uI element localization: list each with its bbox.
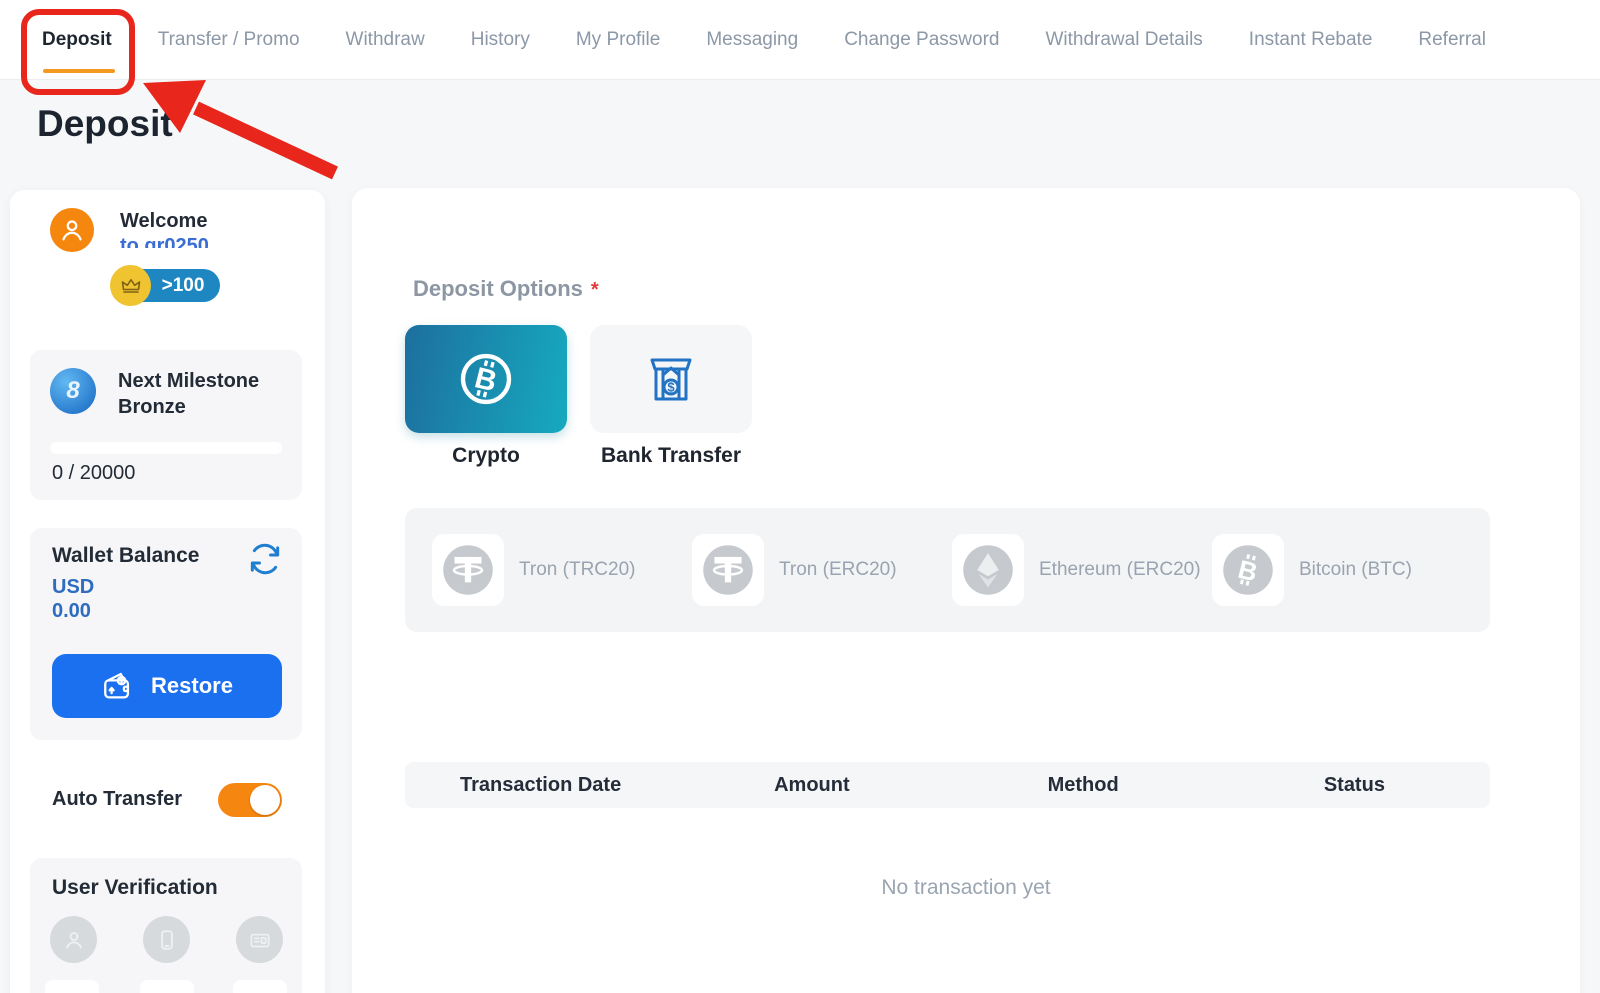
- wallet-card: Wallet Balance USD 0.00 Restore: [30, 528, 302, 740]
- tab-history[interactable]: History: [471, 29, 530, 51]
- method-label: Bitcoin (BTC): [1299, 559, 1412, 581]
- column-method: Method: [948, 774, 1219, 797]
- bitcoin-icon: B: [451, 344, 521, 414]
- crown-icon: [110, 265, 151, 306]
- user-verification-title: User Verification: [52, 876, 218, 900]
- ethereum-icon: [952, 534, 1024, 606]
- svg-text:$: $: [667, 380, 675, 395]
- milestone-title: Next Milestone Bronze: [118, 368, 259, 420]
- column-transaction-date: Transaction Date: [405, 774, 676, 797]
- verify-id-card-button[interactable]: [233, 980, 287, 993]
- tether-icon: [692, 534, 764, 606]
- method-tron-trc20[interactable]: Tron (TRC20): [432, 534, 692, 606]
- tab-my-profile[interactable]: My Profile: [576, 29, 660, 51]
- wallet-balance-title: Wallet Balance: [52, 544, 199, 568]
- verify-profile-icon[interactable]: [50, 916, 97, 963]
- deposit-option-crypto[interactable]: B: [405, 325, 567, 433]
- tab-change-password[interactable]: Change Password: [844, 29, 999, 51]
- tab-messaging[interactable]: Messaging: [706, 29, 798, 51]
- tab-withdraw[interactable]: Withdraw: [346, 29, 425, 51]
- milestone-tier: Bronze: [118, 394, 259, 420]
- crypto-option-label: Crypto: [405, 444, 567, 468]
- method-bitcoin-btc[interactable]: B Bitcoin (BTC): [1212, 534, 1472, 606]
- milestone-coin-icon: 8: [50, 368, 96, 414]
- deposit-page: Deposit Transfer / Promo Withdraw Histor…: [0, 0, 1600, 993]
- wallet-currency: USD: [52, 576, 94, 599]
- restore-label: Restore: [151, 673, 233, 699]
- wallet-icon: [101, 669, 135, 703]
- tether-icon: [432, 534, 504, 606]
- page-title: Deposit: [37, 103, 173, 145]
- transactions-table-header: Transaction Date Amount Method Status: [405, 762, 1490, 808]
- bank-transfer-option-label: Bank Transfer: [590, 444, 752, 468]
- milestone-card: 8 Next Milestone Bronze 0 / 20000: [30, 350, 302, 500]
- deposit-options-label: Deposit Options*: [413, 276, 599, 302]
- required-marker: *: [591, 279, 599, 301]
- toggle-knob: [250, 785, 280, 815]
- deposit-option-bank-transfer[interactable]: $: [590, 325, 752, 433]
- verify-phone-icon[interactable]: [143, 916, 190, 963]
- account-sidebar: Welcome to.gr0250 >100 8 Next Milestone …: [10, 190, 325, 993]
- milestone-progress-bar: [50, 442, 282, 454]
- avatar: [50, 208, 94, 252]
- tab-instant-rebate[interactable]: Instant Rebate: [1249, 29, 1373, 51]
- welcome-username: to.gr0250: [120, 235, 280, 248]
- method-label: Tron (TRC20): [519, 559, 635, 581]
- top-navigation: Deposit Transfer / Promo Withdraw Histor…: [0, 0, 1600, 80]
- wallet-amount: 0.00: [52, 600, 91, 623]
- empty-transactions-message: No transaction yet: [352, 876, 1580, 900]
- method-label: Tron (ERC20): [779, 559, 897, 581]
- verify-profile-button[interactable]: [45, 980, 99, 993]
- tab-deposit[interactable]: Deposit: [42, 29, 112, 51]
- verify-phone-button[interactable]: [140, 980, 194, 993]
- tab-referral[interactable]: Referral: [1418, 29, 1486, 51]
- auto-transfer-toggle[interactable]: [218, 783, 282, 817]
- method-tron-erc20[interactable]: Tron (ERC20): [692, 534, 952, 606]
- level-badge: >100: [110, 268, 226, 303]
- welcome-greeting: Welcome: [120, 210, 207, 233]
- user-verification-card: User Verification: [30, 858, 302, 993]
- verify-id-card-icon[interactable]: [236, 916, 283, 963]
- deposit-panel: Deposit Options* B Crypto: [352, 188, 1580, 993]
- refresh-icon[interactable]: [246, 540, 284, 578]
- tab-transfer-promo[interactable]: Transfer / Promo: [158, 29, 300, 51]
- person-icon: [57, 215, 87, 245]
- method-label: Ethereum (ERC20): [1039, 559, 1201, 581]
- auto-transfer-label: Auto Transfer: [52, 788, 182, 811]
- column-status: Status: [1219, 774, 1490, 797]
- milestone-progress-text: 0 / 20000: [52, 462, 135, 485]
- tab-withdrawal-details[interactable]: Withdrawal Details: [1045, 29, 1202, 51]
- crypto-methods-strip: Tron (TRC20) Tron (ERC20): [405, 508, 1490, 632]
- bank-icon: $: [639, 347, 703, 411]
- bitcoin-icon: B: [1212, 534, 1284, 606]
- method-ethereum-erc20[interactable]: Ethereum (ERC20): [952, 534, 1212, 606]
- restore-button[interactable]: Restore: [52, 654, 282, 718]
- column-amount: Amount: [676, 774, 947, 797]
